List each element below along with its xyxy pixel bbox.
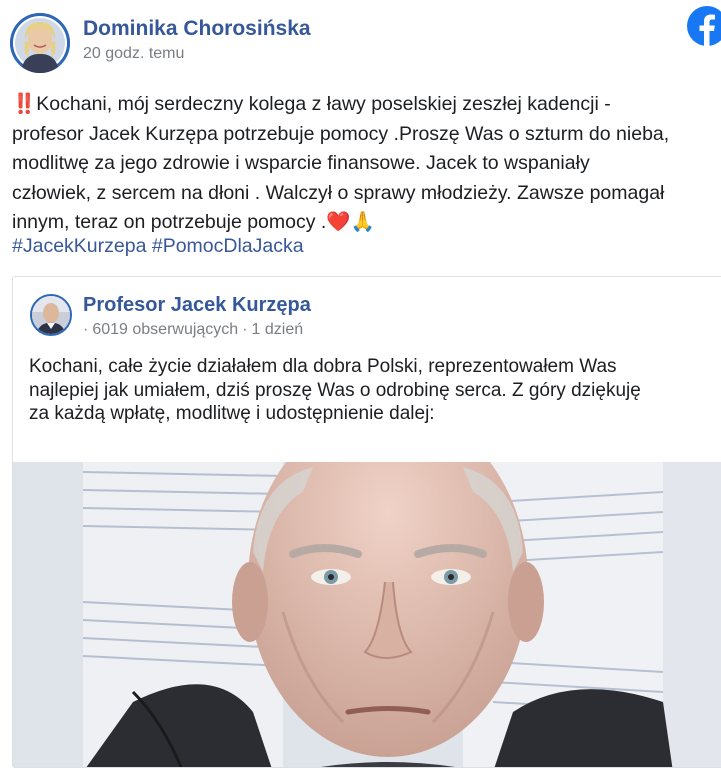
hashtag-list: #JacekKurzepa #PomocDlaJacka bbox=[12, 232, 304, 262]
shared-line: za każdą wpłatę, modlitwę i udostępnieni… bbox=[29, 403, 435, 424]
portrait-image bbox=[13, 462, 721, 767]
follower-count[interactable]: 6019 obserwujących bbox=[92, 321, 238, 338]
hashtag-pomocdlajacka[interactable]: #PomocDlaJacka bbox=[152, 235, 304, 257]
facebook-logo-icon bbox=[687, 6, 721, 46]
shared-body: Kochani, całe życie działałem dla dobra … bbox=[29, 355, 721, 426]
post-body: ‼️Kochani, mój serdeczny kolega z ławy p… bbox=[12, 90, 721, 238]
shared-author-name[interactable]: Profesor Jacek Kurzępa bbox=[83, 294, 311, 317]
shared-post-card[interactable]: Profesor Jacek Kurzępa · 6019 obserwujący… bbox=[12, 276, 721, 768]
shared-author-avatar[interactable] bbox=[30, 294, 72, 336]
double-exclamation-emoji: ‼️ bbox=[12, 93, 37, 115]
shared-line: najlepiej jak umiałem, dziś proszę Was o… bbox=[29, 379, 641, 401]
meta-separator: · bbox=[242, 321, 248, 338]
heart-pray-emoji: ❤️🙏 bbox=[326, 211, 375, 233]
post-line: modlitwę za jego zdrowie i wsparcie fina… bbox=[12, 152, 590, 174]
post-timestamp[interactable]: 20 godz. temu bbox=[83, 45, 184, 63]
post-line: człowiek, z sercem na dłoni . Walczył o … bbox=[12, 181, 665, 204]
author-name[interactable]: Dominika Chorosińska bbox=[83, 17, 311, 41]
shared-photo[interactable] bbox=[13, 462, 721, 767]
meta-separator: · bbox=[83, 321, 89, 338]
shared-meta: · 6019 obserwujących · 1 dzień bbox=[83, 321, 303, 339]
post-line: profesor Jacek Kurzępa potrzebuje pomocy… bbox=[12, 122, 670, 145]
shared-timestamp[interactable]: 1 dzień bbox=[252, 321, 304, 338]
shared-line: Kochani, całe życie działałem dla dobra … bbox=[29, 356, 617, 377]
author-avatar[interactable] bbox=[10, 13, 70, 73]
hashtag-jacekkurzepa[interactable]: #JacekKurzepa bbox=[12, 235, 146, 257]
post-line: ‼️Kochani, mój serdeczny kolega z ławy p… bbox=[12, 93, 611, 115]
